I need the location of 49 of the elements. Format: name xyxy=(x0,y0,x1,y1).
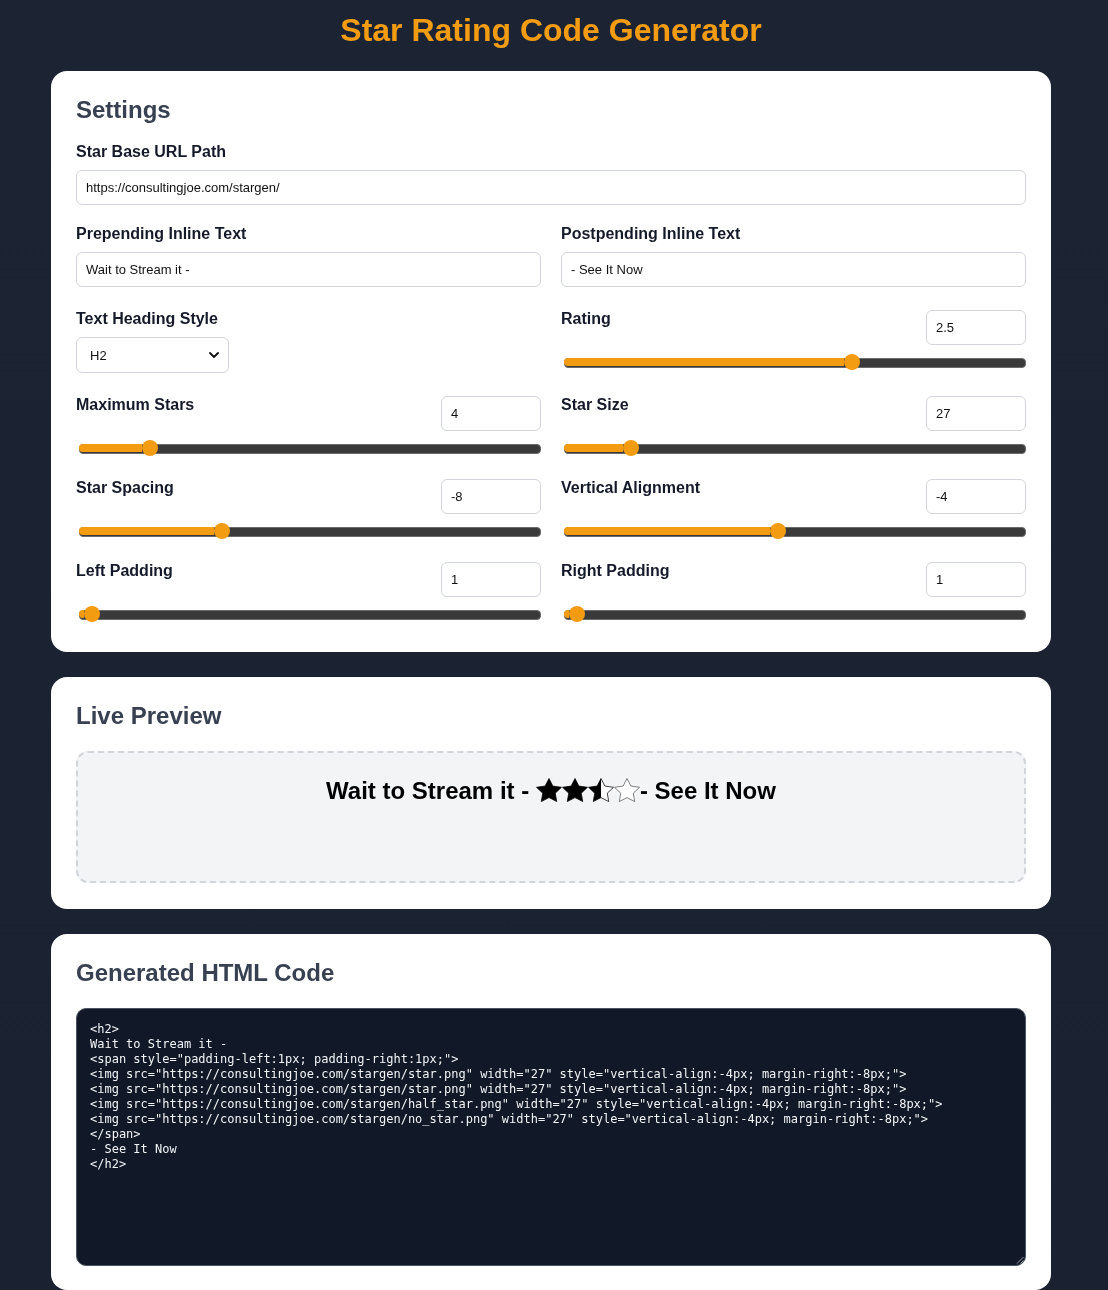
half-star-icon xyxy=(587,778,614,802)
range-slider[interactable] xyxy=(79,440,541,456)
field-label: Right Padding xyxy=(561,562,670,580)
number-input[interactable]: 27 xyxy=(926,396,1026,431)
range-slider[interactable] xyxy=(564,354,1026,370)
range-slider[interactable] xyxy=(79,606,541,622)
slider-thumb[interactable] xyxy=(84,606,101,622)
field-label: Star Spacing xyxy=(76,479,174,497)
resize-handle-icon[interactable] xyxy=(1016,1256,1024,1264)
text-input[interactable]: Wait to Stream it - xyxy=(76,252,541,287)
text-input[interactable]: - See It Now xyxy=(561,252,1026,287)
field-label: Star Base URL Path xyxy=(76,143,226,161)
range-slider[interactable] xyxy=(79,523,541,539)
field-label: Maximum Stars xyxy=(76,396,195,414)
star-icon xyxy=(535,778,562,802)
field-label: Prepending Inline Text xyxy=(76,225,247,243)
star-outline-icon xyxy=(613,778,640,802)
preview-text: Wait to Stream it - xyxy=(326,776,530,806)
slider-thumb[interactable] xyxy=(142,440,159,456)
field-label: Text Heading Style xyxy=(76,310,218,328)
text-input[interactable]: https://consultingjoe.com/stargen/ xyxy=(76,170,1026,205)
number-input[interactable]: -4 xyxy=(926,479,1026,514)
star-icon xyxy=(561,778,588,802)
dropdown-select[interactable]: H2 xyxy=(76,337,229,373)
section-heading: Live Preview xyxy=(76,702,222,730)
field-label: Left Padding xyxy=(76,562,173,580)
range-slider[interactable] xyxy=(564,440,1026,456)
slider-thumb[interactable] xyxy=(213,523,230,539)
section-heading: Generated HTML Code xyxy=(76,959,335,987)
preview-text: - See It Now xyxy=(639,776,776,806)
slider-thumb[interactable] xyxy=(770,523,787,539)
field-label: Postpending Inline Text xyxy=(561,225,741,243)
number-input[interactable]: 1 xyxy=(926,562,1026,597)
number-input[interactable]: -8 xyxy=(441,479,541,514)
page-title: Star Rating Code Generator xyxy=(339,12,763,49)
field-label: Star Size xyxy=(561,396,629,414)
field-label: Rating xyxy=(561,310,611,328)
slider-thumb[interactable] xyxy=(569,606,586,622)
field-label: Vertical Alignment xyxy=(561,479,700,497)
code-textarea[interactable]: <h2> Wait to Stream it - <span style="padding-left:1px; padding-right:1px;"> <img src="https://consultingjoe.com/stargen/star.png" width="27" style="vertical-align:-4px; margin-right:-8px;"> <img src="https://consultingjoe.com/stargen/star.png" width="27" style="vertical-align:-4px; margin-right:-8px;"> <img src="https://consultingjoe.com/stargen/half_star.png" width="27" style="vertical-align:-4px; margin-right:-8px;"> <img src="https://consultingjoe.com/stargen/no_star.png" width="27" style="vertical-align:-4px; margin-right:-8px;"> </span> - See It Now </h2> xyxy=(76,1008,1026,1266)
slider-thumb[interactable] xyxy=(622,440,639,456)
number-input[interactable]: 2.5 xyxy=(926,310,1026,345)
section-heading: Settings xyxy=(76,96,171,124)
number-input[interactable]: 4 xyxy=(441,396,541,431)
number-input[interactable]: 1 xyxy=(441,562,541,597)
range-slider[interactable] xyxy=(564,606,1026,622)
chevron-down-icon xyxy=(209,352,219,358)
range-slider[interactable] xyxy=(564,523,1026,539)
slider-thumb[interactable] xyxy=(843,354,860,370)
